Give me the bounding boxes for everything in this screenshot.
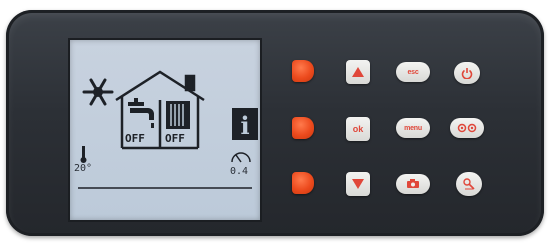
info-icon: i	[232, 108, 258, 140]
down-arrow-button[interactable]	[346, 172, 370, 196]
ok-button[interactable]: ok	[346, 117, 370, 141]
lcd-display: i OFF OFF 20° 0.4	[68, 38, 262, 222]
camera-icon	[407, 179, 419, 188]
gauge-icon	[231, 152, 251, 163]
esc-button[interactable]: esc	[396, 62, 430, 82]
camera-button[interactable]	[396, 174, 430, 194]
power-icon	[461, 68, 473, 79]
lcd-graphics: i	[78, 70, 258, 189]
snowflake-icon	[82, 78, 114, 106]
power-button[interactable]	[454, 62, 480, 84]
radiator-icon	[166, 101, 190, 129]
temperature-reading: 20°	[74, 163, 93, 174]
gauge-reading: 0.4	[230, 166, 249, 177]
arrow-down-icon	[352, 179, 364, 189]
thermometer-icon	[80, 146, 87, 163]
radiator-status-text: OFF	[165, 132, 185, 145]
dual-circle-icon	[457, 123, 477, 133]
svg-text:i: i	[240, 111, 249, 140]
red-button-bottom[interactable]	[292, 172, 314, 194]
up-arrow-button[interactable]	[346, 60, 370, 84]
menu-button[interactable]: menu	[396, 118, 430, 138]
menu-label: menu	[404, 124, 422, 132]
red-button-top[interactable]	[292, 60, 314, 82]
red-button-middle[interactable]	[292, 117, 314, 139]
tap-icon	[128, 98, 154, 128]
heating-status-text: OFF	[125, 132, 145, 145]
ok-label: ok	[352, 124, 364, 134]
mode-button[interactable]	[450, 118, 484, 138]
service-button[interactable]	[456, 172, 482, 196]
esc-label: esc	[407, 68, 419, 76]
service-icon	[463, 178, 475, 190]
arrow-up-icon	[352, 67, 364, 77]
